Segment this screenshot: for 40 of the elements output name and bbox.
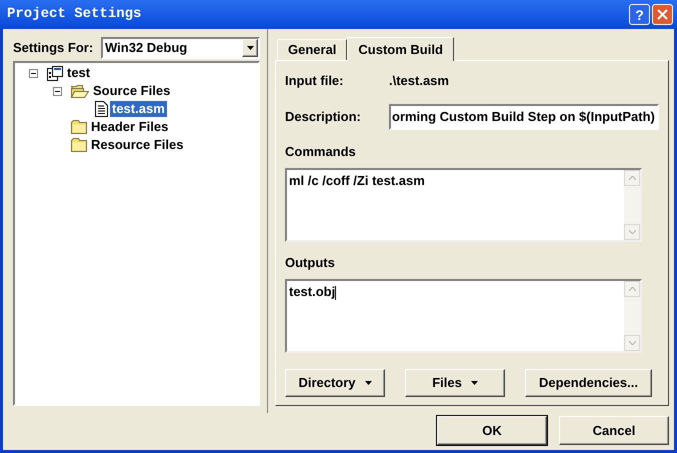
- open-folder-icon: [71, 84, 89, 98]
- dialog-button[interactable]: Cancel: [559, 416, 669, 445]
- scroll-down-button[interactable]: [624, 224, 640, 240]
- tree-item[interactable]: Resource Files: [89, 137, 186, 153]
- default-button[interactable]: OK: [437, 416, 547, 445]
- tab[interactable]: Custom Build: [347, 37, 454, 61]
- folder-icon: [71, 120, 87, 134]
- collapse-toggle[interactable]: [28, 68, 38, 78]
- project-icon: [47, 66, 63, 80]
- scroll-up-button[interactable]: [624, 170, 640, 186]
- panel-button[interactable]: Files: [405, 369, 505, 397]
- collapse-toggle[interactable]: [52, 86, 62, 96]
- window-title: Project Settings: [6, 5, 142, 24]
- text-area-value: test.obj: [289, 284, 336, 299]
- text-area-value: ml /c /coff /Zi test.asm: [289, 173, 425, 188]
- tree-item[interactable]: Header Files: [89, 119, 170, 135]
- text-area[interactable]: test.obj: [285, 279, 642, 353]
- settings-for-label: Settings For:: [12, 38, 94, 57]
- help-button[interactable]: ?: [629, 4, 650, 25]
- folder-icon: [71, 138, 87, 152]
- scroll-down-button[interactable]: [624, 335, 640, 351]
- commands-label: Commands: [285, 143, 357, 161]
- close-button[interactable]: [652, 4, 673, 25]
- scroll-up-button[interactable]: [624, 281, 640, 297]
- outputs-label: Outputs: [285, 254, 336, 272]
- panel-button[interactable]: Dependencies...: [525, 369, 652, 397]
- description-field[interactable]: orming Custom Build Step on $(InputPath): [389, 104, 659, 130]
- tree-item[interactable]: test.asm: [110, 101, 167, 117]
- panel-button[interactable]: Directory: [285, 369, 385, 397]
- configuration-dropdown[interactable]: Win32 Debug: [101, 36, 260, 58]
- input-file-value: .\test.asm: [389, 72, 449, 90]
- document-icon: [95, 101, 108, 117]
- input-file-label: Input file:: [285, 72, 344, 90]
- text-area[interactable]: ml /c /coff /Zi test.asm: [285, 168, 642, 242]
- tree-item[interactable]: test: [65, 65, 92, 81]
- caret-icon: [246, 46, 254, 50]
- tree-item[interactable]: Source Files: [91, 83, 172, 99]
- close-icon: [657, 9, 668, 20]
- description-label: Description:: [285, 108, 362, 126]
- tab[interactable]: General: [277, 39, 348, 60]
